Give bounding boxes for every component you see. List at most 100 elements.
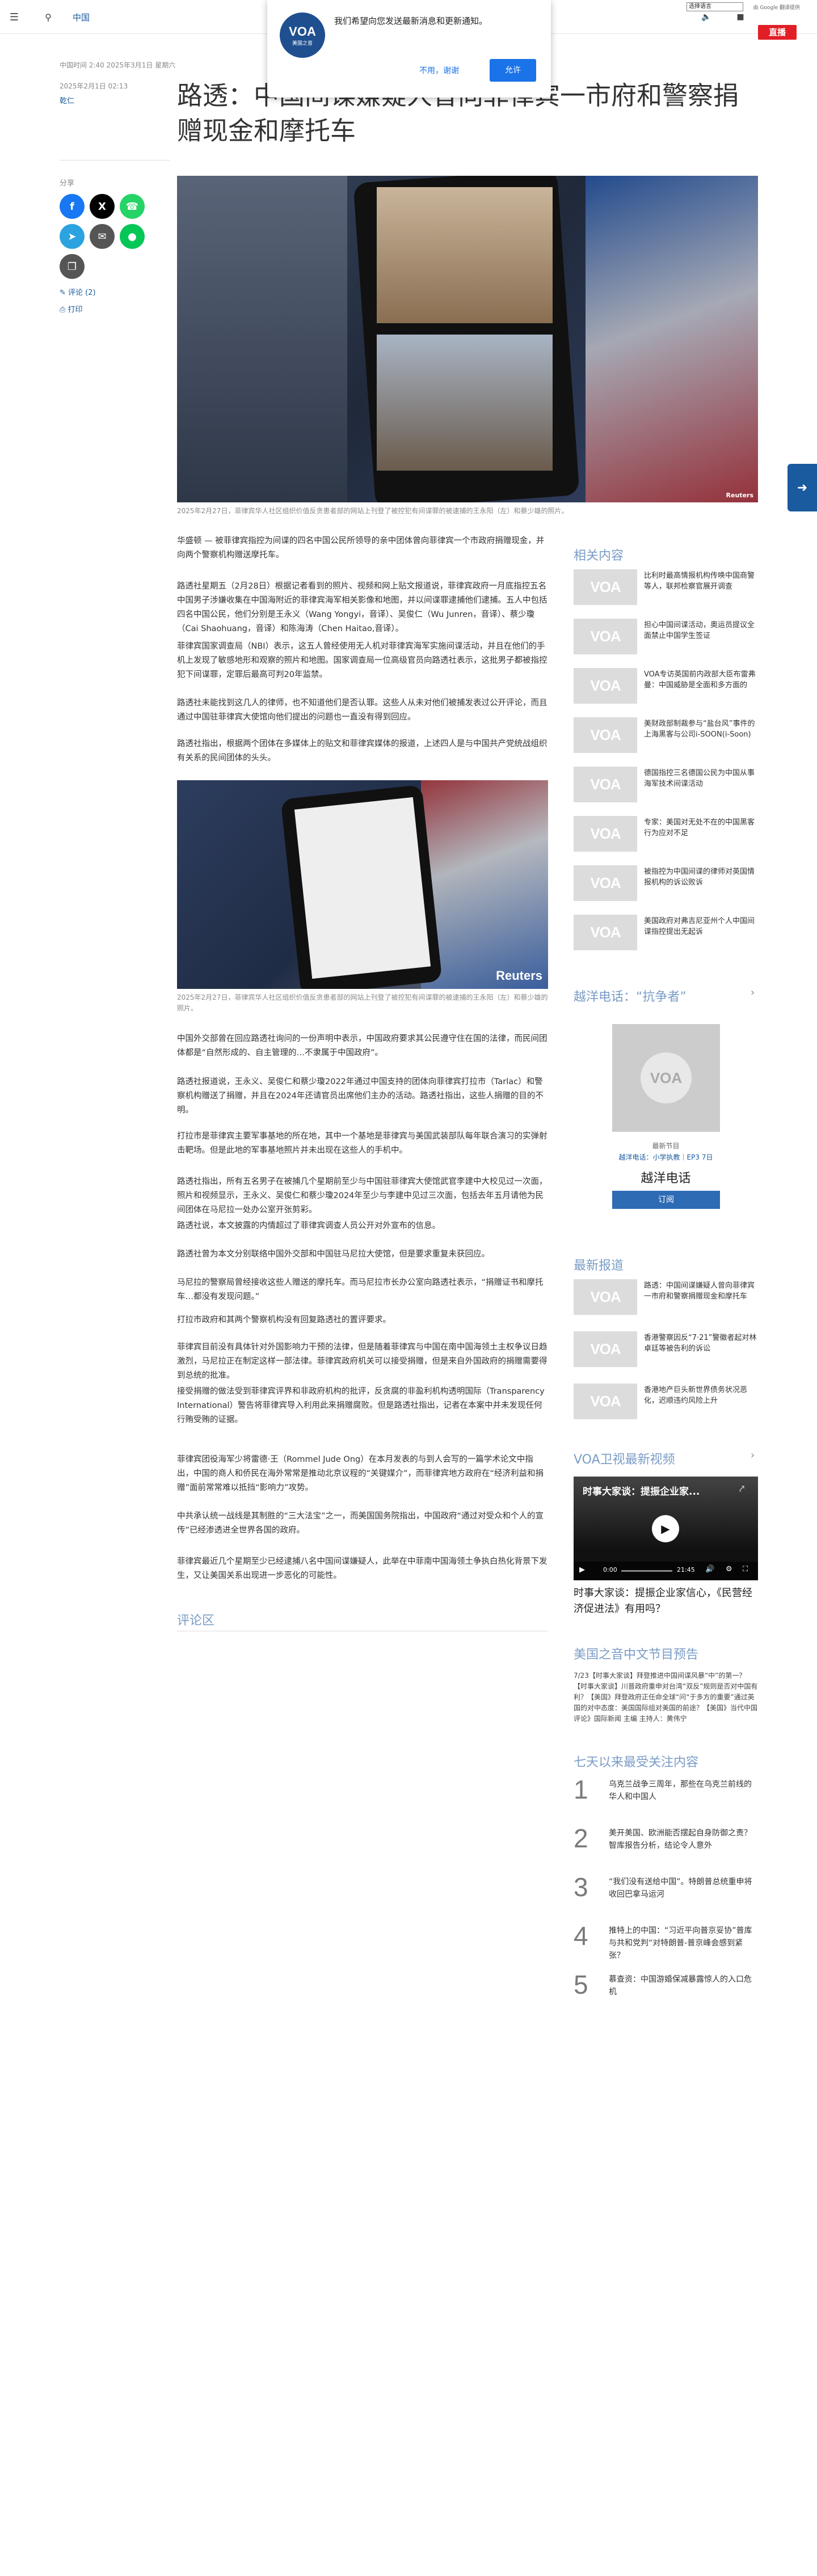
settings-icon[interactable]: ⚙ (726, 1565, 732, 1573)
related-item[interactable]: VOA 美财政部制裁参与“盐台风”事件的上海黑客与公司i-SOON(i-Soon) (574, 717, 758, 763)
related-item[interactable]: VOA 被指控为中国间谍的律师对英国情报机构的诉讼败诉 (574, 865, 758, 911)
list-item-title[interactable]: 香港警察因反“7·21”警徽者起对林卓廷等被告利的诉讼 (644, 1333, 757, 1354)
list-item-title[interactable]: VOA专访英国前内政部大臣布雷弗曼：中国威胁是全面和多方面的 (644, 669, 757, 691)
video-progress[interactable] (621, 1570, 672, 1572)
article-paragraph: 菲律宾目前没有具体针对外国影响力干预的法律，但是随着菲律宾与中国在南中国海领土主… (177, 1343, 548, 1380)
article-author[interactable]: 乾仁 (60, 95, 74, 105)
article-paragraph: 中国外交部曾在回应路透社询问的一份声明中表示，中国政府要求其公民遵守住在国的法律… (177, 1034, 548, 1058)
play-control-icon[interactable]: ▶ (579, 1566, 585, 1574)
line-icon[interactable]: ● (120, 224, 145, 249)
article-paragraph: 路透社未能找到这几人的律师，也不知道他们是否认罪。这些人从未对他们被捕发表过公开… (177, 699, 548, 722)
voa-thumbnail[interactable]: VOA (574, 865, 637, 901)
copy-link-icon[interactable]: ❐ (60, 254, 85, 279)
related-item[interactable]: VOA 德国指控三名德国公民为中国从事海军技术间谍活动 (574, 767, 758, 812)
voa-logo: VOA (641, 1052, 692, 1103)
side-arrow-tab[interactable]: ➜ (787, 464, 817, 511)
video-caption[interactable]: 时事大家谈：提振企业家信心，《民营经济促进法》有用吗？ (574, 1585, 758, 1617)
article-paragraph: 路透社指出，根据两个团体在多媒体上的贴文和菲律宾媒体的报道，上述四人是与中国共产… (177, 739, 548, 763)
popular-item-title[interactable]: “我们没有送给中国”。特朗普总统重申将收回巴拿马运河 (609, 1876, 757, 1901)
list-item-title[interactable]: 德国指控三名德国公民为中国从事海军技术间谍活动 (644, 768, 757, 789)
print-link[interactable]: ⎙ 打印 (60, 303, 83, 314)
popular-item-title[interactable]: 乌克兰战争三周年，那些在乌克兰前线的华人和中国人 (609, 1778, 757, 1803)
voa-thumbnail[interactable]: VOA (574, 816, 637, 852)
phone-program-art[interactable]: VOA (612, 1024, 720, 1132)
related-item[interactable]: VOA 专家：美国对无处不在的中国黑客行为应对不足 (574, 816, 758, 861)
popular-title: 七天以来最受关注内容 (574, 1756, 699, 1770)
search-icon[interactable]: ⚲ (40, 9, 57, 26)
fullscreen-icon[interactable]: ⛶ (743, 1565, 748, 1573)
latest-item[interactable]: VOA 香港警察因反“7·21”警徽者起对林卓廷等被告利的诉讼 (574, 1331, 758, 1377)
related-item[interactable]: VOA VOA专访英国前内政部大臣布雷弗曼：中国威胁是全面和多方面的 (574, 668, 758, 713)
rank-number: 1 (574, 1775, 588, 1804)
section-label[interactable]: 中国 (73, 11, 90, 23)
list-item-title[interactable]: 专家：美国对无处不在的中国黑客行为应对不足 (644, 817, 757, 839)
rank-number: 2 (574, 1824, 588, 1853)
related-item[interactable]: VOA 担心中国间谍活动，奥运员提议全面禁止中国学生签证 (574, 619, 758, 664)
whatsapp-icon[interactable]: ☎ (120, 194, 145, 219)
list-item-title[interactable]: 香港地产巨头新世界债务状况恶化，迟顺违约风险上升 (644, 1385, 757, 1406)
allow-button[interactable]: 允许 (490, 59, 536, 82)
menu-icon[interactable]: ☰ (6, 9, 23, 26)
voa-thumbnail[interactable]: VOA (574, 1279, 637, 1315)
voa-thumbnail[interactable]: VOA (574, 619, 637, 654)
voa-thumbnail[interactable]: VOA (574, 1331, 637, 1367)
list-item-title[interactable]: 被指控为中国间谍的律师对英国情报机构的诉讼败诉 (644, 866, 757, 888)
popular-item-title[interactable]: 推特上的中国：“习近平向普京妥协”普库与共和党判“对特朗普-普京峰会感到紧张？ (609, 1924, 757, 1962)
facebook-icon[interactable]: f (60, 194, 85, 219)
reuters-watermark: Reuters (726, 492, 753, 499)
article-paragraph: 马尼拉的警察局曾经接收这些人赠送的摩托车。而马尼拉市长办公室向路透社表示，“捐赠… (177, 1278, 544, 1301)
popular-item[interactable]: 2 美开美国、欧洲能否摆起自身防御之责？智库报告分析，结论令人意外 (574, 1824, 758, 1872)
comments-link[interactable]: ✎ 评论 (2) (60, 286, 96, 297)
chevron-right-icon: › (751, 987, 755, 999)
video-player[interactable]: 时事大家谈：提振企业家... ⤤ ▶ ▶ 0:00 21:45 🔊 ⚙ ⛶ (574, 1477, 758, 1580)
voa-thumbnail[interactable]: VOA (574, 1384, 637, 1419)
audio-icon[interactable]: 🔈 (698, 9, 715, 26)
email-icon[interactable]: ✉ (90, 224, 115, 249)
popular-item[interactable]: 5 慕查资：中国游婚保减暴露惊人的入口危机 (574, 1970, 758, 2019)
popular-item-title[interactable]: 慕查资：中国游婚保减暴露惊人的入口危机 (609, 1973, 757, 1998)
subscribe-button[interactable]: 订阅 (612, 1191, 720, 1209)
article-paragraph: 菲律宾最近几个星期至少已经逮捕八名中国间谍嫌疑人，此举在中菲南中国海领土争执白热… (177, 1557, 548, 1580)
latest-item[interactable]: VOA 香港地产巨头新世界债务状况恶化，迟顺违约风险上升 (574, 1384, 758, 1429)
list-item-title[interactable]: 美国政府对弗吉尼亚州个人中国间谍指控提出无起诉 (644, 916, 757, 937)
list-item-title[interactable]: 美财政部制裁参与“盐台风”事件的上海黑客与公司i-SOON(i-Soon) (644, 718, 757, 740)
video-icon[interactable]: ■ (732, 9, 749, 26)
notification-message: 我们希望向您发送最新消息和更新通知。 (334, 16, 488, 26)
deny-button[interactable]: 不用，谢谢 (419, 65, 459, 76)
video-overlay-title: 时事大家谈：提振企业家... (583, 1486, 700, 1498)
latest-title: 最新报道 (574, 1259, 624, 1273)
volume-icon[interactable]: 🔊 (705, 1565, 714, 1573)
hero-image-caption: 2025年2月27日，菲律宾华人社区组织价值反贪患者部的网站上刊登了被控犯有间谍… (177, 507, 568, 515)
phone-program-title[interactable]: 越洋电话：“抗争者” › (574, 987, 755, 1005)
article-paragraph: 路透社报道说，王永义、吴俊仁和蔡少瓊2022年通过中国支持的团体向菲律宾打拉市（… (177, 1077, 544, 1115)
article-paragraph: 打拉市政府和其两个警察机构没有回复路透社的置评要求。 (177, 1316, 391, 1325)
reuters-watermark: Reuters (496, 968, 542, 983)
list-item-title[interactable]: 比利时最高情报机构传唤中国商警等人，联邦检察官展开调查 (644, 570, 757, 592)
video-title[interactable]: VOA卫视最新视频 › (574, 1449, 755, 1467)
article-paragraph: 接受捐赠的做法受到菲律宾评界和非政府机构的批评，反贪腐的非盈利机构透明国际（Tr… (177, 1387, 545, 1424)
list-item-title[interactable]: 担心中国间谍活动，奥运员提议全面禁止中国学生签证 (644, 620, 757, 641)
list-item-title[interactable]: 路透：中国间谍嫌疑人曾向菲律宾一市府和警察捐赠现金和摩托车 (644, 1280, 757, 1302)
popular-item-title[interactable]: 美开美国、欧洲能否摆起自身防御之责？智库报告分析，结论令人意外 (609, 1827, 757, 1852)
live-button[interactable]: 直播 (758, 25, 797, 40)
play-icon[interactable]: ▶ (652, 1515, 679, 1542)
related-item[interactable]: VOA 美国政府对弗吉尼亚州个人中国间谍指控提出无起诉 (574, 915, 758, 960)
popular-item[interactable]: 4 推特上的中国：“习近平向普京妥协”普库与共和党判“对特朗普-普京峰会感到紧张？ (574, 1921, 758, 1970)
share-icon[interactable]: ⤤ (739, 1483, 744, 1495)
phone-meta[interactable]: 越洋电话：小学执教｜EP3 7日 (574, 1152, 758, 1162)
x-icon[interactable]: X (90, 194, 115, 219)
comments-heading: 评论区 (177, 1614, 215, 1628)
related-item[interactable]: VOA 比利时最高情报机构传唤中国商警等人，联邦检察官展开调查 (574, 569, 758, 615)
voa-thumbnail[interactable]: VOA (574, 767, 637, 802)
voa-thumbnail[interactable]: VOA (574, 569, 637, 605)
latest-item[interactable]: VOA 路透：中国间谍嫌疑人曾向菲律宾一市府和警察捐赠现金和摩托车 (574, 1279, 758, 1325)
article-paragraph: 华盛顿 — 被菲律宾指控为间谍的四名中国公民所领导的亲中团体曾向菲律宾一个市政府… (177, 536, 545, 560)
voa-thumbnail[interactable]: VOA (574, 668, 637, 704)
popular-item[interactable]: 1 乌克兰战争三周年，那些在乌克兰前线的华人和中国人 (574, 1775, 758, 1824)
telegram-icon[interactable]: ➤ (60, 224, 85, 249)
article-image-2: Reuters (177, 780, 548, 989)
article-paragraph: 路透社星期五（2月28日）根据记者看到的照片、视频和网上贴文报道说，菲律宾政府一… (177, 582, 548, 633)
popular-item[interactable]: 3 “我们没有送给中国”。特朗普总统重申将收回巴拿马运河 (574, 1872, 758, 1921)
voa-thumbnail[interactable]: VOA (574, 915, 637, 950)
voa-thumbnail[interactable]: VOA (574, 717, 637, 753)
